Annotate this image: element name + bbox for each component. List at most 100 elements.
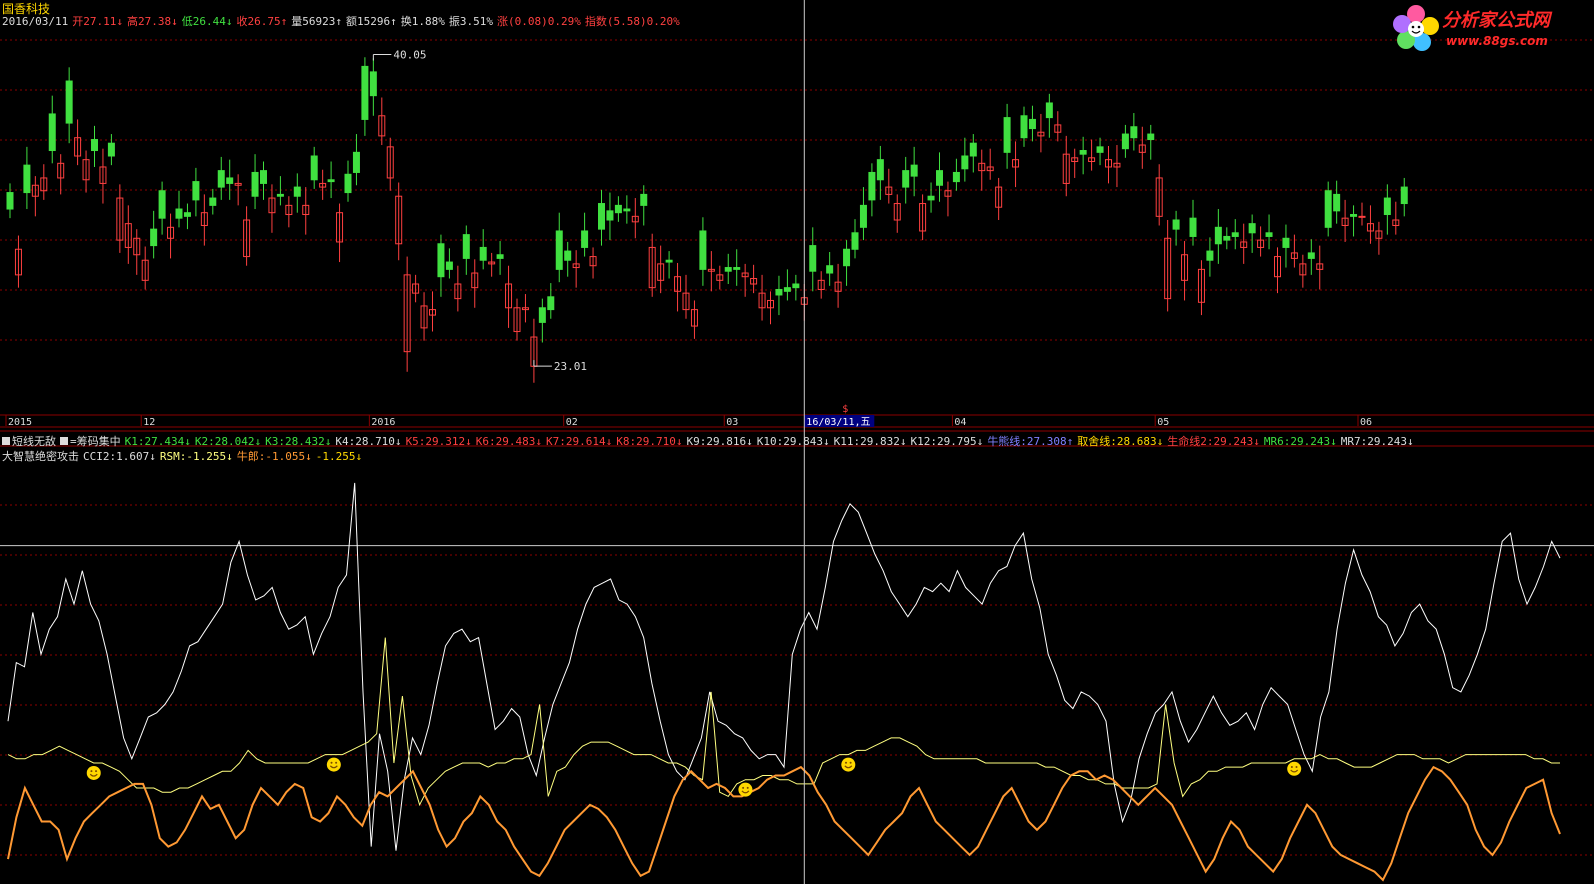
indicator-series-line bbox=[7, 637, 1560, 807]
date-tick-label: 04 bbox=[954, 417, 966, 428]
indicator_line1-item: MR6:29.243↓ bbox=[1263, 435, 1337, 448]
high-price-label: 40.05 bbox=[393, 49, 426, 62]
indicator_line2-item: 大智慧绝密攻击 bbox=[2, 450, 79, 463]
signal-marker: $ bbox=[842, 404, 848, 415]
candle-body bbox=[1147, 133, 1155, 141]
date-tick-label: 05 bbox=[1157, 417, 1169, 428]
indicator_line1-item: K1:27.434↓ bbox=[124, 435, 191, 448]
candle-body bbox=[733, 267, 741, 270]
indicator_line1-item: 短线无敌 bbox=[12, 435, 56, 448]
indicator_line1-item: K9:29.816↓ bbox=[686, 435, 753, 448]
candle-body bbox=[724, 267, 732, 272]
smiley-eye bbox=[330, 761, 333, 764]
date-tick-label: 2015 bbox=[8, 417, 32, 428]
indicator_line1-item: K3:28.432↓ bbox=[265, 435, 332, 448]
indicator_line2-item: RSM:-1.255↓ bbox=[159, 450, 233, 463]
indicator_line1-item: 牛熊线:27.308↑ bbox=[987, 435, 1074, 448]
smiley-eye bbox=[90, 770, 93, 773]
candle-body bbox=[614, 204, 622, 214]
indicator_line1-item: 生命线2:29.243↓ bbox=[1167, 435, 1260, 448]
candle-body bbox=[1248, 223, 1256, 234]
candle-body bbox=[792, 283, 800, 289]
candle-body bbox=[107, 142, 115, 157]
legend-square-icon bbox=[2, 437, 10, 445]
logo-url[interactable]: www.88gs.com bbox=[1446, 34, 1548, 48]
candle-body bbox=[581, 230, 589, 248]
candle-body bbox=[961, 155, 969, 170]
smiley-eye bbox=[1295, 765, 1298, 768]
candle-body bbox=[1214, 226, 1222, 245]
candle-body bbox=[952, 171, 960, 183]
candle-body bbox=[183, 212, 191, 217]
candle-body bbox=[1231, 232, 1239, 237]
low-price-label: 23.01 bbox=[554, 360, 587, 373]
candle-body bbox=[876, 159, 884, 181]
indicator-legend-sub: 大智慧绝密攻击 CCI2:1.607↓ RSM:-1.255↓ 牛郎:-1.055↓ -… bbox=[2, 448, 366, 464]
candle-body bbox=[1121, 133, 1129, 150]
indicator_line1-item: K7:29.614↓ bbox=[546, 435, 613, 448]
candle-body bbox=[65, 80, 73, 124]
candle-body bbox=[437, 243, 445, 278]
candle-body bbox=[175, 208, 183, 219]
candle-body bbox=[327, 179, 335, 183]
candle-body bbox=[1307, 252, 1315, 259]
smiley-eye bbox=[849, 761, 852, 764]
smiley-signal-icon bbox=[86, 765, 101, 780]
candle-body bbox=[1020, 115, 1028, 139]
candle-body bbox=[1383, 197, 1391, 216]
candle-body bbox=[598, 203, 605, 230]
smiley-eye bbox=[845, 761, 848, 764]
candle-body bbox=[1189, 217, 1197, 237]
candle-body bbox=[606, 210, 614, 221]
indicator_line1-item: K6:29.483↓ bbox=[475, 435, 543, 448]
candle-body bbox=[843, 248, 851, 267]
date-tick-label: 2016 bbox=[371, 417, 395, 428]
candle-body bbox=[623, 208, 631, 212]
indicator_line2-item: -1.255↓ bbox=[315, 450, 363, 463]
date-tick-label: 02 bbox=[566, 417, 578, 428]
indicator_line1-item: K8:29.710↓ bbox=[616, 435, 683, 448]
candle-body bbox=[859, 204, 867, 228]
smiley-eye bbox=[335, 761, 338, 764]
candle-body bbox=[564, 250, 572, 261]
smiley-eye bbox=[95, 770, 98, 773]
logo-name: 分析家公式网 bbox=[1442, 10, 1550, 31]
candle-body bbox=[1324, 190, 1332, 228]
candle-body bbox=[1400, 186, 1408, 205]
candle-body bbox=[91, 139, 98, 152]
cursor-date-label: 16/03/11,五 bbox=[806, 417, 870, 428]
candle-body bbox=[936, 170, 943, 186]
candle-body bbox=[640, 193, 648, 206]
candle-body bbox=[783, 287, 791, 292]
candle-body bbox=[496, 254, 504, 259]
candle-body bbox=[902, 170, 910, 188]
candle-body bbox=[158, 190, 166, 219]
smiley-eye bbox=[742, 786, 745, 789]
candle-body bbox=[538, 307, 546, 323]
candle-body bbox=[1350, 214, 1358, 217]
candle-body bbox=[192, 181, 200, 201]
flower-logo-icon bbox=[1393, 5, 1439, 51]
indicator_line1-item: K4:28.710↓ bbox=[335, 435, 402, 448]
indicator-series-line bbox=[7, 482, 1561, 851]
candle-body bbox=[775, 288, 783, 296]
candle-body bbox=[310, 155, 318, 181]
candle-body bbox=[462, 234, 470, 259]
candle-body bbox=[910, 164, 918, 177]
indicator_line1-item: K2:28.042↓ bbox=[194, 435, 262, 448]
candle-body bbox=[1265, 232, 1273, 237]
site-logo: 分析家公式网 www.88gs.com bbox=[1392, 4, 1588, 54]
candle-body bbox=[445, 261, 453, 270]
candle-body bbox=[251, 171, 259, 197]
candle-body bbox=[1079, 150, 1087, 155]
candle-body bbox=[369, 71, 377, 97]
indicator_line1-item: 取舍线:28.683↓ bbox=[1077, 435, 1164, 448]
candle-body bbox=[826, 265, 834, 274]
candle-body bbox=[150, 228, 158, 247]
candle-body bbox=[555, 230, 563, 270]
candle-body bbox=[6, 192, 14, 210]
candle-body bbox=[209, 197, 217, 206]
candle-body bbox=[699, 230, 707, 270]
candle-body bbox=[1096, 146, 1104, 153]
candle-body bbox=[1003, 117, 1011, 153]
